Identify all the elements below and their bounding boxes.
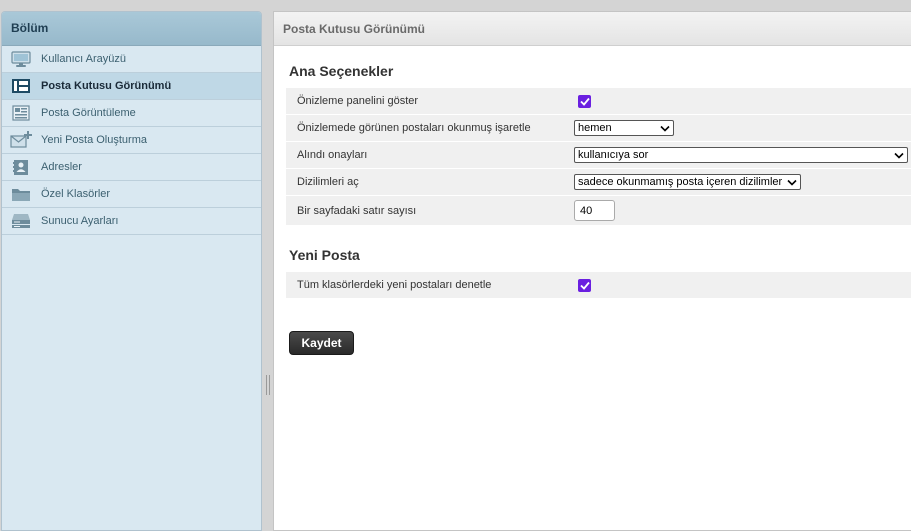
splitter-grip[interactable] [266, 375, 270, 395]
pref-label: Önizleme panelini göster [297, 95, 419, 107]
pref-label: Önizlemede görünen postaları okunmuş işa… [297, 122, 531, 134]
addressbook-icon [10, 158, 32, 176]
save-button[interactable]: Kaydet [289, 331, 354, 355]
pref-label: Tüm klasörlerdeki yeni postaları denetle [297, 279, 492, 291]
sidebar-item-label: Yeni Posta Oluşturma [41, 134, 147, 146]
section-title-new-mail: Yeni Posta [289, 247, 360, 263]
sidebar-item-message-view[interactable]: Posta Görüntüleme [2, 100, 261, 127]
sidebar-item-compose[interactable]: Yeni Posta Oluşturma [2, 127, 261, 154]
mailbox-view-icon [10, 77, 32, 95]
sidebar-item-label: Adresler [41, 161, 82, 173]
sidebar-item-server-settings[interactable]: Sunucu Ayarları [2, 208, 261, 235]
section-title-main-options: Ana Seçenekler [289, 63, 394, 79]
pane-splitter[interactable] [263, 11, 273, 531]
checkmark-icon [579, 281, 590, 290]
new-mail-options-list: Tüm klasörlerdeki yeni postaları denetle [286, 272, 911, 299]
mark-read-select[interactable]: hemen [574, 120, 674, 136]
sidebar-title: Bölüm [2, 12, 261, 46]
pref-label: Bir sayfadaki satır sayısı [297, 204, 417, 217]
sidebar-item-label: Sunucu Ayarları [41, 215, 119, 227]
chevron-down-icon [894, 151, 904, 159]
message-view-icon [10, 104, 32, 122]
main-options-list: Önizleme panelini göster Önizlemede görü… [286, 88, 911, 226]
select-value: sadece okunmamış posta içeren dizilimler [578, 176, 783, 188]
settings-main-panel: Posta Kutusu Görünümü Ana Seçenekler Öni… [273, 11, 911, 531]
pref-row-receipts: Alındı onayları kullanıcıya sor [286, 142, 911, 169]
sidebar-item-addresses[interactable]: Adresler [2, 154, 261, 181]
receipts-select[interactable]: kullanıcıya sor [574, 147, 908, 163]
select-value: hemen [578, 122, 612, 134]
pref-row-check-all-folders: Tüm klasörlerdeki yeni postaları denetle [286, 272, 911, 299]
check-all-folders-checkbox[interactable] [578, 278, 591, 292]
pref-row-show-preview: Önizleme panelini göster [286, 88, 911, 115]
chevron-down-icon [787, 178, 797, 186]
monitor-icon [10, 50, 32, 68]
expand-threads-select[interactable]: sadece okunmamış posta içeren dizilimler [574, 174, 801, 190]
settings-sidebar: Bölüm Kullanıcı Arayüzü Posta Kutusu Gör… [1, 11, 262, 531]
sidebar-item-user-interface[interactable]: Kullanıcı Arayüzü [2, 46, 261, 73]
checkmark-icon [579, 97, 590, 106]
show-preview-checkbox[interactable] [578, 94, 591, 108]
server-icon [10, 212, 32, 230]
pref-label: Dizilimleri aç [297, 176, 359, 188]
pref-row-mark-read: Önizlemede görünen postaları okunmuş işa… [286, 115, 911, 142]
pref-row-page-size: Bir sayfadaki satır sayısı 40 [286, 196, 911, 226]
sidebar-item-label: Posta Kutusu Görünümü [41, 80, 172, 92]
sidebar-item-special-folders[interactable]: Özel Klasörler [2, 181, 261, 208]
pref-row-expand-threads: Dizilimleri aç sadece okunmamış posta iç… [286, 169, 911, 196]
compose-icon [10, 131, 32, 149]
page-size-input[interactable]: 40 [574, 200, 615, 221]
page-title: Posta Kutusu Görünümü [274, 12, 911, 46]
select-value: kullanıcıya sor [578, 149, 649, 161]
sidebar-item-mailbox-view[interactable]: Posta Kutusu Görünümü [2, 73, 261, 100]
chevron-down-icon [660, 124, 670, 132]
folder-icon [10, 185, 32, 203]
sidebar-item-label: Kullanıcı Arayüzü [41, 53, 126, 65]
sidebar-item-label: Özel Klasörler [41, 188, 111, 200]
sidebar-item-label: Posta Görüntüleme [41, 107, 136, 119]
pref-label: Alındı onayları [297, 149, 368, 161]
